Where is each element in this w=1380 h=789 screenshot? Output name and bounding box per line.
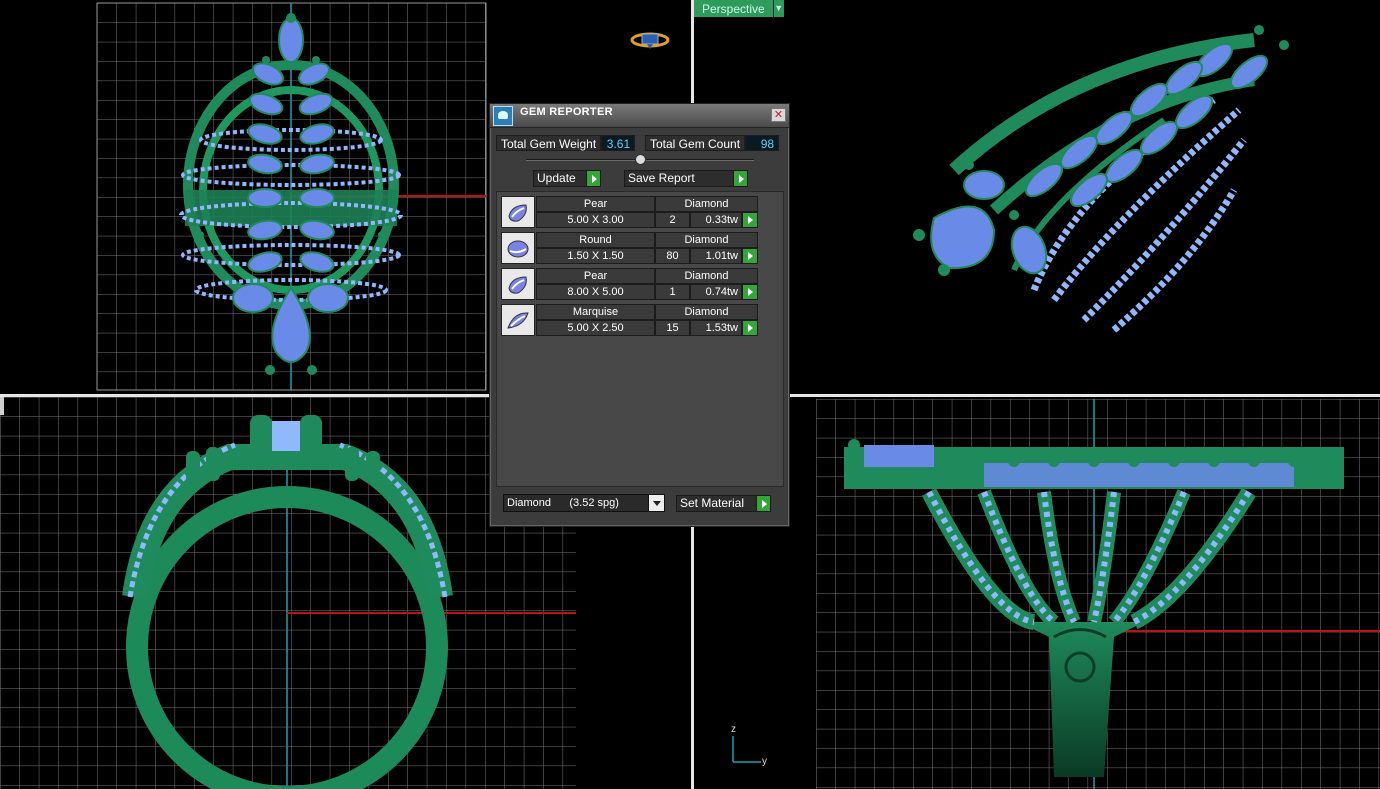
- axis-y-label: y: [762, 756, 767, 767]
- gem-material: Diamond: [655, 196, 758, 212]
- gem-count: 15: [655, 320, 690, 336]
- play-arrow-icon[interactable]: [733, 171, 747, 186]
- gem-size: 8.00 X 5.00: [536, 284, 655, 300]
- gem-row[interactable]: Pear Diamond 8.00 X 5.00 1 0.74tw: [501, 268, 758, 300]
- material-select[interactable]: Diamond (3.52 spg): [503, 494, 665, 512]
- gem-count: 2: [655, 212, 690, 228]
- dialog-title: GEM REPORTER: [520, 106, 613, 118]
- select-gems-arrow-icon[interactable]: [742, 320, 758, 336]
- marquise-gem-icon: [501, 304, 535, 336]
- gem-material: Diamond: [655, 232, 758, 248]
- set-material-button[interactable]: Set Material: [676, 495, 771, 512]
- save-report-button-label: Save Report: [628, 171, 695, 185]
- play-arrow-icon[interactable]: [756, 496, 770, 511]
- play-arrow-icon[interactable]: [586, 171, 600, 186]
- gem-row[interactable]: Pear Diamond 5.00 X 3.00 2 0.33tw: [501, 196, 758, 228]
- total-gem-weight-label: Total Gem Weight: [496, 135, 602, 151]
- gem-row[interactable]: Round Diamond 1.50 X 1.50 80 1.01tw: [501, 232, 758, 264]
- gem-weight: 0.74tw: [690, 284, 742, 300]
- gem-weight: 0.33tw: [690, 212, 742, 228]
- gem-shape: Round: [536, 232, 655, 248]
- gem-list: Pear Diamond 5.00 X 3.00 2 0.33tw Round …: [496, 191, 784, 487]
- ring-perspective-render: [913, 25, 1289, 333]
- total-gem-count-value: 98: [745, 135, 780, 151]
- gem-weight: 1.53tw: [690, 320, 742, 336]
- close-button[interactable]: ✕: [771, 108, 786, 122]
- select-gems-arrow-icon[interactable]: [742, 248, 758, 264]
- gem-size: 1.50 X 1.50: [536, 248, 655, 264]
- perspective-view-canvas: [913, 25, 1289, 333]
- axis-z-label: z: [731, 724, 736, 735]
- set-material-button-label: Set Material: [680, 496, 745, 510]
- gem-shape: Pear: [536, 196, 655, 212]
- gem-count: 1: [655, 284, 690, 300]
- gem-reporter-dialog: GEM REPORTER ✕ Total Gem Weight 3.61 Tot…: [489, 103, 790, 527]
- save-report-button[interactable]: Save Report: [624, 170, 748, 187]
- perspective-view-menu[interactable]: Perspective ▼: [694, 0, 784, 17]
- slider-knob-icon[interactable]: [635, 154, 646, 165]
- update-button[interactable]: Update: [533, 170, 601, 187]
- gem-reporter-icon: [493, 106, 513, 126]
- total-gem-count-label: Total Gem Count: [645, 135, 746, 151]
- viewport-perspective[interactable]: [694, 0, 1380, 394]
- axis-triad: z y: [727, 724, 777, 772]
- gem-weight: 1.01tw: [690, 248, 742, 264]
- pear-gem-icon: [501, 196, 535, 228]
- gem-size: 5.00 X 3.00: [536, 212, 655, 228]
- chevron-down-icon[interactable]: [648, 495, 664, 511]
- material-select-value: Diamond (3.52 spg): [507, 497, 619, 509]
- update-button-label: Update: [537, 171, 576, 185]
- chevron-down-icon[interactable]: ▼: [772, 0, 784, 17]
- gem-material: Diamond: [655, 304, 758, 320]
- gem-shape: Marquise: [536, 304, 655, 320]
- viewport-side[interactable]: [694, 397, 1380, 789]
- gem-material: Diamond: [655, 268, 758, 284]
- side-view-canvas: [816, 399, 1380, 789]
- total-gem-weight: Total Gem Weight 3.61: [496, 135, 636, 151]
- select-gems-arrow-icon[interactable]: [742, 212, 758, 228]
- total-gem-count: Total Gem Count 98: [645, 135, 780, 151]
- pear-gem-icon: [501, 268, 535, 300]
- gem-row[interactable]: Marquise Diamond 5.00 X 2.50 15 1.53tw: [501, 304, 758, 336]
- round-gem-icon: [501, 232, 535, 264]
- view-navigation-cube-icon[interactable]: [630, 30, 670, 50]
- dialog-titlebar[interactable]: GEM REPORTER ✕: [490, 104, 789, 128]
- gem-size: 5.00 X 2.50: [536, 320, 655, 336]
- total-gem-weight-value: 3.61: [601, 135, 636, 151]
- perspective-label[interactable]: Perspective: [694, 0, 773, 17]
- select-gems-arrow-icon[interactable]: [742, 284, 758, 300]
- gem-count: 80: [655, 248, 690, 264]
- gem-shape: Pear: [536, 268, 655, 284]
